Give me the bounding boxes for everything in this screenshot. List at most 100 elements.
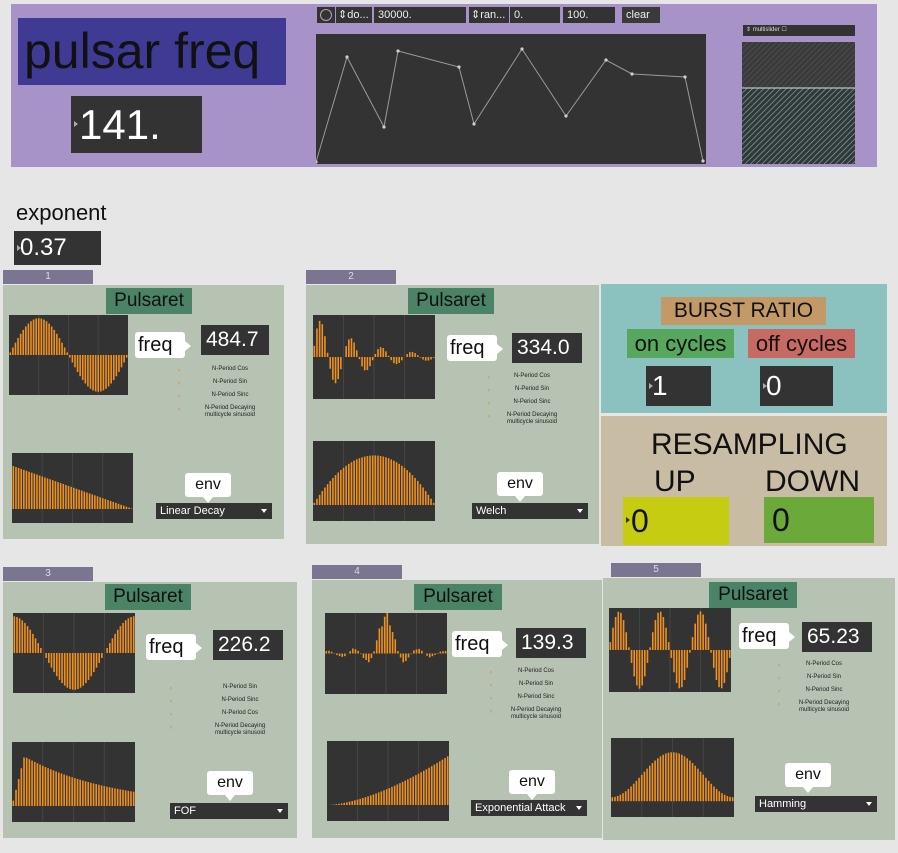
waveform-option[interactable]: N-Period Decaying multicycle sinusoid [210,723,270,737]
downsample-number[interactable]: 0 [764,497,874,543]
radio-button[interactable]: › [178,381,180,388]
waveform-option[interactable]: N-Period Sinc [506,694,566,701]
breakpoint[interactable] [701,159,705,163]
radio-button[interactable]: › [490,670,492,677]
waveform-option[interactable]: N-Period Decaying multicycle sinusoid [794,700,854,714]
radio-button[interactable]: › [488,388,490,395]
envelope-dropdown[interactable]: Linear Decay [156,503,272,519]
waveform-option[interactable]: N-Period Sin [502,386,562,393]
waveform-option[interactable]: N-Period Sinc [210,697,270,704]
waveform-option[interactable]: N-Period Sin [210,684,270,691]
pulsaret-tab-4[interactable]: 4 [312,565,402,579]
radio-button[interactable]: › [490,696,492,703]
waveform-option[interactable]: N-Period Sinc [502,399,562,406]
exponent-label: exponent [16,200,107,225]
radio-button[interactable]: › [490,683,492,690]
waveform-option[interactable]: N-Period Cos [200,366,260,373]
radio-group[interactable]: › › › › [178,368,180,420]
envelope-dropdown[interactable]: FOF [170,803,288,819]
radio-button[interactable]: › [778,676,780,683]
breakpoint-function-editor[interactable] [316,34,706,164]
waveform-option[interactable]: N-Period Sin [506,681,566,688]
radio-button[interactable]: › [488,375,490,382]
toolbar-max-number[interactable]: 100. [563,7,615,23]
breakpoint[interactable] [564,114,568,118]
off-cycles-number[interactable]: 0 [760,366,833,406]
clear-button[interactable]: clear [622,7,660,23]
breakpoint[interactable] [604,58,608,62]
freq-number[interactable]: 65.23 [802,622,872,652]
waveform-option[interactable]: N-Period Sinc [200,392,260,399]
radio-group[interactable]: › › › › [170,686,172,738]
upsample-value: 0 [631,503,649,539]
pulsaret-title: Pulsaret [106,288,192,314]
toolbar-range-menu[interactable]: ⇕ran... [469,7,509,23]
freq-number[interactable]: 334.0 [512,333,582,363]
radio-group[interactable]: › › › › [490,670,492,722]
radio-button[interactable]: › [170,699,172,706]
waveform-option[interactable]: N-Period Cos [794,661,854,668]
radio-button[interactable]: › [178,368,180,375]
toolbar-min-number[interactable]: 0. [510,7,560,23]
breakpoint[interactable] [396,49,400,53]
radio-button[interactable]: › [778,663,780,670]
waveform-option[interactable]: N-Period Sinc [794,687,854,694]
breakpoint[interactable] [472,122,476,126]
radio-group[interactable]: › › › › [488,375,490,427]
freq-number[interactable]: 139.3 [516,628,586,658]
multislider-label-text: multislider [752,27,780,33]
pulsar-freq-number[interactable]: 141. [71,96,202,153]
waveform-list: N-Period Cos N-Period Sin N-Period Sinc N-P… [502,373,562,432]
freq-label: freq [146,634,202,660]
radio-button[interactable]: › [490,709,492,716]
breakpoint[interactable] [683,75,687,79]
radio-button[interactable]: › [170,725,172,732]
waveform-option[interactable]: N-Period Decaying multicycle sinusoid [506,707,566,721]
radio-button[interactable]: › [778,702,780,709]
envelope-dropdown[interactable]: Welch [472,503,588,519]
waveform-option[interactable]: N-Period Cos [506,668,566,675]
breakpoint[interactable] [520,47,524,51]
waveform-option[interactable]: N-Period Cos [502,373,562,380]
resampling-title: RESAMPLING [651,428,848,461]
freq-number[interactable]: 226.2 [213,630,283,660]
radio-button[interactable]: › [170,686,172,693]
waveform-option[interactable]: N-Period Cos [210,710,270,717]
radio-group[interactable]: › › › › [778,663,780,715]
radio-button[interactable]: › [178,407,180,414]
envelope-dropdown[interactable]: Hamming [755,796,877,812]
off-cycles-label: off cycles [748,329,855,358]
waveform-option[interactable]: N-Period Decaying multicycle sinusoid [200,405,260,419]
breakpoint[interactable] [316,160,318,164]
multislider[interactable] [742,42,855,164]
waveform-option[interactable]: N-Period Sin [794,674,854,681]
exponent-value: 0.37 [20,234,67,261]
upsample-number[interactable]: 0 [623,497,729,545]
pulsaret-tab-1[interactable]: 1 [3,270,93,284]
exponent-number[interactable]: 0.37 [14,231,101,265]
radio-button[interactable]: › [488,414,490,421]
radio-button[interactable]: › [488,401,490,408]
freq-number[interactable]: 484.7 [201,325,269,355]
on-cycles-number[interactable]: 1 [646,366,711,406]
pulsaret-tab-5[interactable]: 5 [611,563,701,577]
breakpoint[interactable] [457,65,461,69]
toolbar-mode-menu[interactable]: ⇕do... [336,7,372,23]
radio-button[interactable]: › [778,689,780,696]
radio-button[interactable]: › [178,394,180,401]
toolbar-length-number[interactable]: 30000. [374,7,466,23]
toolbar-toggle-button[interactable] [317,7,335,23]
pulsaret-tab-3[interactable]: 3 [3,567,93,581]
breakpoint[interactable] [345,55,349,59]
waveform-option[interactable]: N-Period Decaying multicycle sinusoid [502,412,562,426]
pulsaret-tab-2[interactable]: 2 [306,270,396,284]
breakpoint-points[interactable] [316,47,705,164]
multislider-label[interactable]: ⇕ multislider ☐ [743,25,855,36]
freq-label: freq [452,631,508,657]
waveform-option[interactable]: N-Period Sin [200,379,260,386]
breakpoint[interactable] [630,72,634,76]
chevron-down-icon [866,802,872,806]
radio-button[interactable]: › [170,712,172,719]
breakpoint[interactable] [382,125,386,129]
envelope-dropdown[interactable]: Exponential Attack [471,800,587,816]
